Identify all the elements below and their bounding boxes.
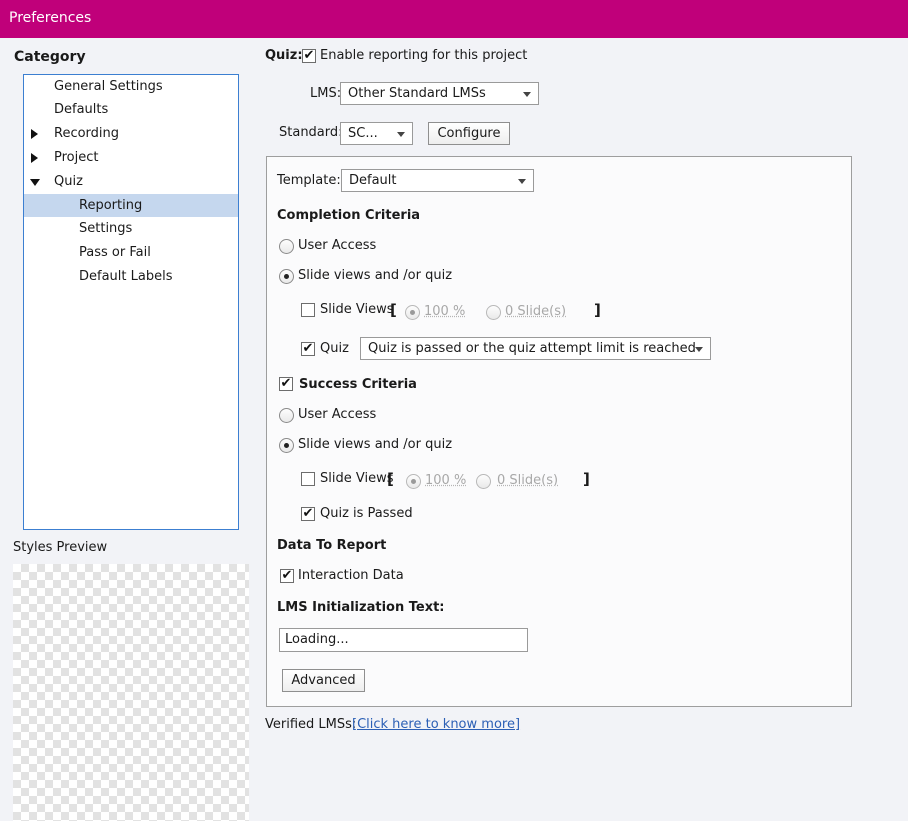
lms-dropdown[interactable]: Other Standard LMSs xyxy=(340,82,539,105)
tree-item-pass-or-fail[interactable]: Pass or Fail xyxy=(24,241,238,264)
success-slide-views-label: Slide Views xyxy=(320,471,394,486)
template-value: Default xyxy=(349,173,397,188)
completion-slides-radio[interactable] xyxy=(486,305,501,320)
radio-selected-icon xyxy=(284,274,289,279)
success-slides-label: 0 Slide(s) xyxy=(497,473,559,488)
bracket-open: [ xyxy=(390,301,397,319)
completion-quiz-checkbox[interactable]: ✔ xyxy=(301,342,315,356)
success-percent-label: 100 % xyxy=(425,473,467,488)
completion-slide-views-label: Slide Views xyxy=(320,302,394,317)
tree-item-defaults[interactable]: Defaults xyxy=(24,98,238,121)
lms-init-text-input[interactable]: Loading... xyxy=(279,628,528,652)
standard-dropdown[interactable]: SC... xyxy=(340,122,413,145)
tree-item-default-labels[interactable]: Default Labels xyxy=(24,265,238,288)
tree-item-label: Reporting xyxy=(79,198,143,213)
completion-user-access-label: User Access xyxy=(298,238,377,253)
styles-preview-area xyxy=(13,564,249,821)
checkmark-icon: ✔ xyxy=(281,568,293,583)
success-slide-views-quiz-label: Slide views and /or quiz xyxy=(298,437,453,452)
chevron-down-icon xyxy=(518,179,526,184)
tree-item-general-settings[interactable]: General Settings xyxy=(24,75,238,98)
standard-value: SC... xyxy=(348,126,378,141)
category-heading: Category xyxy=(14,49,86,65)
bracket-close: ] xyxy=(583,470,590,488)
completion-quiz-label: Quiz xyxy=(320,341,349,356)
lms-value: Other Standard LMSs xyxy=(348,86,486,101)
completion-percent-label: 100 % xyxy=(424,304,466,319)
lms-label: LMS: xyxy=(310,86,342,101)
tree-item-label: Pass or Fail xyxy=(79,245,151,260)
verified-lms-link[interactable]: [Click here to know more] xyxy=(352,717,520,732)
success-user-access-radio[interactable] xyxy=(279,408,294,423)
completion-quiz-condition-value: Quiz is passed or the quiz attempt limit… xyxy=(368,341,696,356)
tree-item-label: General Settings xyxy=(54,79,163,94)
tree-item-label: Default Labels xyxy=(79,269,173,284)
expand-arrow-icon[interactable] xyxy=(31,129,38,139)
success-user-access-label: User Access xyxy=(298,407,377,422)
completion-quiz-condition-dropdown[interactable]: Quiz is passed or the quiz attempt limit… xyxy=(360,337,711,360)
tree-item-label: Defaults xyxy=(54,102,109,117)
interaction-data-checkbox[interactable]: ✔ xyxy=(280,569,294,583)
interaction-data-label: Interaction Data xyxy=(298,568,404,583)
tree-item-label: Quiz xyxy=(54,174,83,189)
completion-percent-radio[interactable] xyxy=(405,305,420,320)
success-slides-radio[interactable] xyxy=(476,474,491,489)
lms-init-heading: LMS Initialization Text: xyxy=(277,600,445,615)
success-percent-radio[interactable] xyxy=(406,474,421,489)
collapse-arrow-icon[interactable] xyxy=(30,179,40,186)
radio-selected-icon xyxy=(410,310,415,315)
enable-reporting-label: Enable reporting for this project xyxy=(320,48,528,63)
title-bar: Preferences xyxy=(0,0,908,38)
tree-item-settings[interactable]: Settings xyxy=(24,217,238,240)
category-tree[interactable]: General Settings Defaults Recording Proj… xyxy=(23,74,239,530)
checkmark-icon: ✔ xyxy=(302,506,314,521)
tree-item-label: Recording xyxy=(54,126,120,141)
tree-item-reporting[interactable]: Reporting xyxy=(24,194,238,217)
configure-button[interactable]: Configure xyxy=(428,122,510,145)
advanced-button[interactable]: Advanced xyxy=(282,669,365,692)
bracket-close: ] xyxy=(594,301,601,319)
data-to-report-heading: Data To Report xyxy=(277,538,387,553)
chevron-down-icon xyxy=(397,132,405,137)
success-criteria-checkbox[interactable]: ✔ xyxy=(279,377,293,391)
lms-init-text-value: Loading... xyxy=(285,632,349,647)
success-slide-views-checkbox[interactable] xyxy=(301,472,315,486)
standard-label: Standard: xyxy=(279,125,343,140)
radio-selected-icon xyxy=(284,443,289,448)
verified-lms-label: Verified LMSs: xyxy=(265,717,357,732)
success-slide-views-quiz-radio[interactable] xyxy=(279,438,294,453)
window-title: Preferences xyxy=(9,10,92,26)
completion-slide-views-quiz-radio[interactable] xyxy=(279,269,294,284)
checkmark-icon: ✔ xyxy=(303,48,315,63)
quiz-passed-label: Quiz is Passed xyxy=(320,506,413,521)
template-dropdown[interactable]: Default xyxy=(341,169,534,192)
tree-item-label: Settings xyxy=(79,221,133,236)
quiz-passed-checkbox[interactable]: ✔ xyxy=(301,507,315,521)
success-criteria-heading: Success Criteria xyxy=(299,377,417,392)
chevron-down-icon xyxy=(523,92,531,97)
completion-user-access-radio[interactable] xyxy=(279,239,294,254)
styles-preview-label: Styles Preview xyxy=(13,540,108,555)
checkmark-icon: ✔ xyxy=(280,376,292,391)
completion-slide-views-checkbox[interactable] xyxy=(301,303,315,317)
chevron-down-icon xyxy=(695,347,703,352)
tree-item-quiz[interactable]: Quiz xyxy=(24,170,238,193)
enable-reporting-checkbox[interactable]: ✔ xyxy=(302,49,316,63)
completion-slide-views-quiz-label: Slide views and /or quiz xyxy=(298,268,453,283)
tree-item-recording[interactable]: Recording xyxy=(24,122,238,145)
radio-selected-icon xyxy=(411,479,416,484)
checkmark-icon: ✔ xyxy=(302,341,314,356)
template-label: Template: xyxy=(277,173,341,188)
quiz-label: Quiz: xyxy=(265,48,303,63)
expand-arrow-icon[interactable] xyxy=(31,153,38,163)
completion-criteria-heading: Completion Criteria xyxy=(277,208,421,223)
completion-slides-label: 0 Slide(s) xyxy=(505,304,567,319)
tree-item-label: Project xyxy=(54,150,99,165)
tree-item-project[interactable]: Project xyxy=(24,146,238,169)
bracket-open: [ xyxy=(387,470,394,488)
